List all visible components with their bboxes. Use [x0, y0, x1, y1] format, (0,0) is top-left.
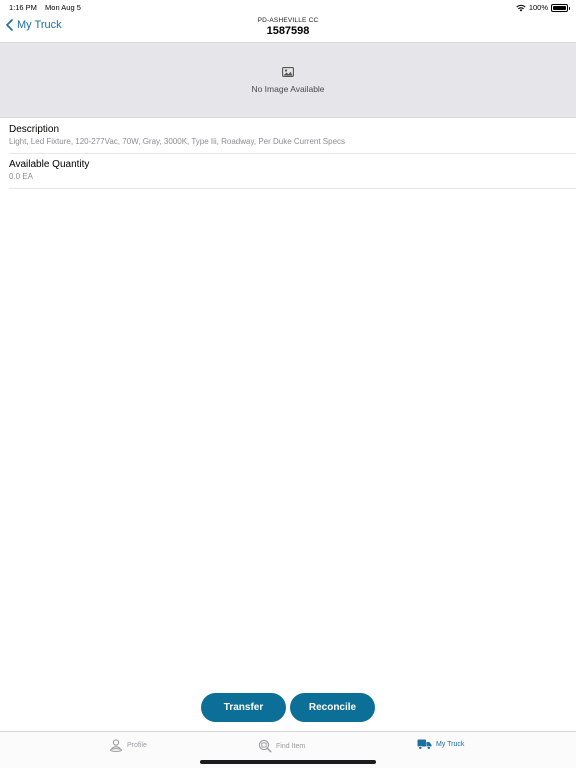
no-image-text: No Image Available: [251, 84, 325, 94]
tab-my-truck[interactable]: My Truck: [417, 739, 464, 750]
quantity-value: 0.0 EA: [9, 172, 34, 181]
image-icon: [282, 67, 294, 77]
tab-profile[interactable]: Profile: [109, 739, 147, 752]
wifi-icon: [516, 4, 526, 11]
status-right: 100%: [516, 3, 570, 12]
description-value: Light, Led Fixture, 120-277Vac, 70W, Gra…: [9, 137, 346, 146]
transfer-button[interactable]: Transfer: [201, 693, 286, 722]
status-time: 1:16 PM: [9, 3, 37, 12]
status-date: Mon Aug 5: [45, 3, 81, 12]
quantity-label: Available Quantity: [9, 159, 90, 170]
nav-title: PD-ASHEVILLE CC 1587598: [0, 17, 576, 37]
tab-find-item-label: Find Item: [276, 742, 306, 750]
quantity-row: Available Quantity 0.0 EA: [9, 159, 576, 189]
status-bar: 1:16 PM Mon Aug 5 100%: [0, 0, 576, 14]
tab-find-item[interactable]: Find Item: [258, 739, 305, 753]
item-image-placeholder: No Image Available: [0, 42, 576, 118]
find-item-icon: [258, 739, 272, 753]
battery-icon: [551, 3, 570, 12]
battery-percent: 100%: [528, 3, 548, 12]
page-title: 1587598: [266, 25, 310, 37]
tab-profile-label: Profile: [127, 742, 147, 749]
description-row: Description Light, Led Fixture, 120-277V…: [9, 124, 576, 154]
truck-icon: [417, 739, 432, 750]
home-indicator[interactable]: [200, 760, 376, 764]
navigation-bar: My Truck PD-ASHEVILLE CC 1587598: [0, 14, 576, 42]
profile-icon: [110, 739, 122, 752]
status-left: 1:16 PM Mon Aug 5: [9, 3, 81, 12]
description-label: Description: [9, 124, 60, 135]
tab-my-truck-label: My Truck: [436, 741, 465, 748]
nav-subtitle: PD-ASHEVILLE CC: [257, 17, 319, 24]
reconcile-button[interactable]: Reconcile: [290, 693, 375, 722]
